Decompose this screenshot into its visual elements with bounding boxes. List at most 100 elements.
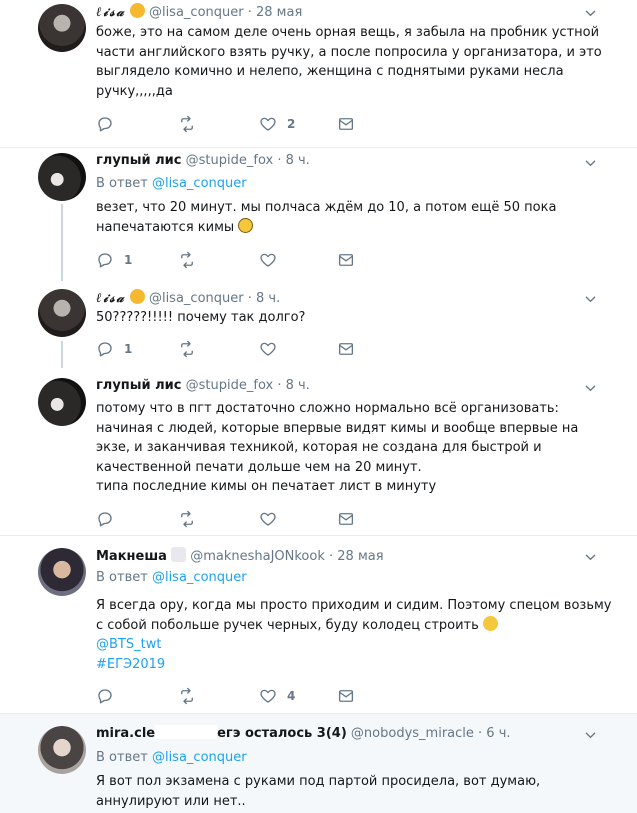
retweet-icon: [178, 510, 196, 528]
dm-icon: [337, 340, 355, 358]
retweet-icon: [178, 115, 196, 133]
display-name[interactable]: глупый лис: [96, 378, 182, 393]
reply-prefix: В ответ: [96, 570, 148, 585]
tweet-text-body: Я всегда ору, когда мы просто приходим и…: [96, 598, 612, 633]
reply-icon: [96, 340, 114, 358]
dm-button[interactable]: [337, 339, 355, 359]
star-emoji-icon: [129, 289, 145, 304]
reply-context: В ответ @lisa_conquer: [96, 570, 247, 585]
like-count: 2: [287, 117, 296, 131]
avatar[interactable]: [38, 378, 86, 426]
like-icon: [259, 510, 277, 528]
user-handle[interactable]: @stupide_fox: [186, 378, 274, 393]
tweet[interactable]: ℓ𝒾𝓈𝒶 @lisa_conquer · 28 мая боже, это на…: [0, 0, 637, 148]
tweet[interactable]: глупый лис @stupide_fox · 8 ч. В ответ @…: [0, 148, 637, 281]
tweet[interactable]: глупый лис @stupide_fox · 8 ч. потому чт…: [0, 368, 637, 536]
timestamp[interactable]: · 8 ч.: [248, 291, 280, 306]
like-button[interactable]: 4: [259, 686, 295, 706]
user-handle[interactable]: @makneshaJONkook: [190, 549, 325, 564]
like-icon: [259, 687, 277, 705]
retweet-button[interactable]: [178, 686, 206, 706]
nerd-emoji-icon: [238, 217, 254, 233]
hashtag-link[interactable]: #ЕГЭ2019: [96, 655, 616, 675]
reply-button[interactable]: 1: [96, 250, 132, 270]
display-name[interactable]: глупый лис: [96, 153, 182, 168]
tweet-header: ℓ𝒾𝓈𝒶 @lisa_conquer · 8 ч.: [96, 289, 280, 306]
tweet-text: Я всегда ору, когда мы просто приходим и…: [96, 596, 616, 674]
dm-button[interactable]: [337, 250, 355, 270]
tweet-header: Макнеша @makneshaJONkook · 28 мая: [96, 547, 384, 564]
tweet-text-body: везет, что 20 минут. мы полчаса ждём до …: [96, 200, 557, 235]
reply-icon: [96, 510, 114, 528]
user-handle[interactable]: @lisa_conquer: [149, 291, 244, 306]
thread-line: [61, 204, 63, 281]
retweet-button[interactable]: [178, 339, 206, 359]
display-name-start[interactable]: mira.cle: [96, 726, 155, 741]
timestamp[interactable]: · 28 мая: [248, 5, 303, 20]
reply-icon: [96, 251, 114, 269]
dm-button[interactable]: [337, 686, 355, 706]
tweet-text: 50?????!!!!! почему так долго?: [96, 310, 306, 325]
reply-count: 1: [124, 253, 133, 267]
like-button[interactable]: [259, 509, 287, 529]
retweet-button[interactable]: [178, 509, 206, 529]
retweet-button[interactable]: [178, 114, 206, 134]
retweet-icon: [178, 251, 196, 269]
star-emoji-icon: [129, 3, 145, 18]
display-name-end[interactable]: егэ осталось 3(4): [217, 726, 347, 741]
chevron-down-icon[interactable]: [585, 158, 596, 169]
chevron-down-icon[interactable]: [585, 552, 596, 563]
avatar[interactable]: [38, 289, 86, 337]
display-name[interactable]: ℓ𝒾𝓈𝒶: [96, 291, 126, 306]
timestamp[interactable]: · 8 ч.: [277, 153, 309, 168]
avatar[interactable]: [38, 726, 86, 774]
dm-icon: [337, 510, 355, 528]
tweet-header: ℓ𝒾𝓈𝒶 @lisa_conquer · 28 мая: [96, 3, 302, 20]
user-handle[interactable]: @lisa_conquer: [149, 5, 244, 20]
like-button[interactable]: [259, 250, 287, 270]
dm-button[interactable]: [337, 114, 355, 134]
reply-button[interactable]: [96, 686, 124, 706]
chevron-down-icon[interactable]: [585, 8, 596, 19]
avatar[interactable]: [38, 548, 86, 596]
reply-count: 1: [124, 342, 133, 356]
user-handle[interactable]: @stupide_fox: [186, 153, 274, 168]
reply-mention-link[interactable]: @lisa_conquer: [152, 570, 247, 585]
reply-prefix: В ответ: [96, 750, 148, 765]
avatar[interactable]: [38, 4, 86, 52]
timestamp[interactable]: · 28 мая: [329, 549, 384, 564]
reply-mention-link[interactable]: @lisa_conquer: [152, 750, 247, 765]
chevron-down-icon[interactable]: [585, 383, 596, 394]
tweet-text-line: потому что в пгт достаточно сложно норма…: [96, 401, 579, 475]
reply-mention-link[interactable]: @lisa_conquer: [152, 176, 247, 191]
timestamp[interactable]: · 8 ч.: [277, 378, 309, 393]
chevron-down-icon[interactable]: [585, 294, 596, 305]
tweet[interactable]: mira.cle егэ осталось 3(4) @nobodys_mirac…: [0, 714, 637, 813]
display-name[interactable]: Макнеша: [96, 549, 167, 564]
dm-button[interactable]: [337, 509, 355, 529]
user-handle[interactable]: @nobodys_miracle: [351, 726, 474, 741]
tweet-text: везет, что 20 минут. мы полчаса ждём до …: [96, 198, 616, 237]
tweet-header: глупый лис @stupide_fox · 8 ч.: [96, 378, 310, 393]
tweet-text: потому что в пгт достаточно сложно норма…: [96, 399, 616, 497]
reply-button[interactable]: [96, 509, 124, 529]
tweet-feed: ℓ𝒾𝓈𝒶 @lisa_conquer · 28 мая боже, это на…: [0, 0, 637, 813]
reply-button[interactable]: 1: [96, 339, 132, 359]
timestamp[interactable]: · 6 ч.: [478, 726, 510, 741]
reply-icon: [96, 687, 114, 705]
display-name[interactable]: ℓ𝒾𝓈𝒶: [96, 5, 126, 20]
mention-link[interactable]: @BTS_twt: [96, 635, 616, 655]
tweet-text: боже, это на самом деле очень орная вещь…: [96, 25, 602, 99]
reply-button[interactable]: [96, 114, 124, 134]
avatar[interactable]: [38, 153, 86, 201]
like-button[interactable]: 2: [259, 114, 295, 134]
tweet[interactable]: Макнеша @makneshaJONkook · 28 мая В отве…: [0, 536, 637, 714]
like-button[interactable]: [259, 339, 287, 359]
tweet-text: Я вот пол экзамена с руками под партой п…: [96, 774, 541, 809]
bunny-emoji-icon: [171, 547, 187, 562]
thread-line: [61, 341, 63, 368]
retweet-button[interactable]: [178, 250, 206, 270]
tweet[interactable]: ℓ𝒾𝓈𝒶 @lisa_conquer · 8 ч. 50?????!!!!! п…: [0, 281, 637, 368]
tweet-header: глупый лис @stupide_fox · 8 ч.: [96, 153, 310, 168]
chevron-down-icon[interactable]: [585, 730, 596, 741]
